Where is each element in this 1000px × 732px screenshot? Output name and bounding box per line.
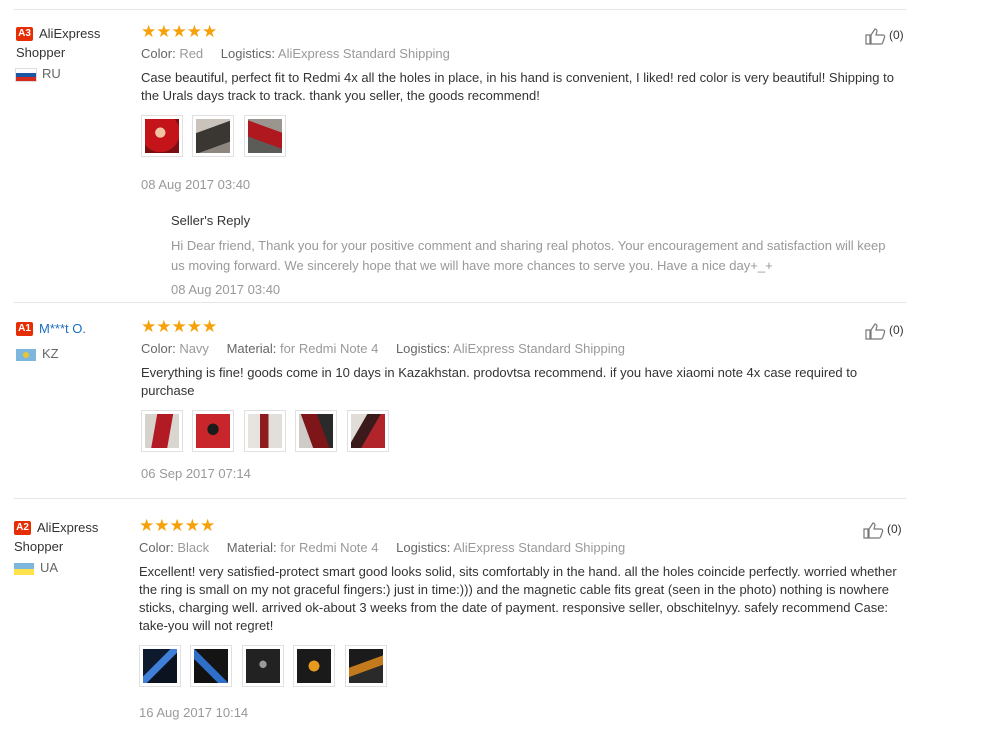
reviewer-country: UA (14, 560, 124, 576)
reviewer-info: A2 AliExpress Shopper UA (14, 518, 124, 576)
review-text: Everything is fine! goods come in 10 day… (141, 365, 858, 398)
helpful-count: (0) (889, 323, 904, 337)
review-text: Case beautiful, perfect fit to Redmi 4x … (141, 70, 894, 103)
buyer-level-badge: A1 (16, 321, 33, 336)
ukraine-flag-icon (14, 562, 34, 575)
review-photo-thumbnail[interactable] (293, 645, 336, 687)
review-photo-thumbnail[interactable] (243, 410, 286, 452)
thumbs-up-icon (863, 522, 884, 539)
russia-flag-icon (15, 67, 37, 82)
review-date: 06 Sep 2017 07:14 (141, 466, 251, 481)
country-code: UA (40, 560, 59, 575)
review-photo-thumbnail[interactable] (139, 645, 181, 687)
thumbs-up-icon (865, 28, 886, 45)
review-photo-thumbnail[interactable] (346, 410, 389, 452)
review-text: Excellent! very satisfied-protect smart … (139, 564, 897, 633)
review-date: 16 Aug 2017 10:14 (139, 705, 249, 720)
helpful-count: (0) (887, 522, 902, 536)
review-content: ★★★★★ Color: Navy Material: for Redmi No… (141, 317, 901, 482)
reviewer-info: A3 AliExpress Shopper RU (15, 24, 126, 82)
helpful-button[interactable]: (0) (863, 520, 902, 539)
star-rating: ★★★★★ (141, 22, 218, 41)
buyer-level-badge: A2 (14, 520, 31, 535)
star-rating: ★★★★★ (139, 516, 216, 535)
review-photo-thumbnail[interactable] (190, 645, 233, 687)
review-content: ★★★★★ Color: Black Material: for Redmi N… (139, 516, 899, 721)
review-divider (14, 302, 906, 303)
star-rating: ★★★★★ (141, 317, 218, 336)
seller-reply-title: Seller's Reply (171, 213, 251, 228)
attribute-key: Logistics: (395, 341, 451, 356)
attribute-value: AliExpress Standard Shipping (453, 540, 626, 555)
review-divider (14, 9, 906, 10)
attribute-key: Color: (139, 540, 174, 555)
attribute-value: Red (179, 46, 204, 61)
attribute-key: Material: (226, 341, 277, 356)
thumbs-up-icon (865, 323, 886, 340)
order-attributes: Color: Red Logistics: AliExpress Standar… (141, 45, 901, 63)
country-code: KZ (42, 346, 59, 361)
helpful-count: (0) (889, 28, 904, 42)
helpful-button[interactable]: (0) (865, 26, 904, 45)
review-content: ★★★★★ Color: Red Logistics: AliExpress S… (141, 22, 901, 297)
review-photo-thumbnail[interactable] (141, 410, 183, 452)
attribute-key: Logistics: (220, 46, 275, 61)
review-photo-thumbnail[interactable] (141, 115, 183, 157)
review-photo-thumbnail[interactable] (241, 645, 284, 687)
review-photos (139, 645, 899, 687)
buyer-level-badge: A3 (16, 26, 33, 41)
order-attributes: Color: Black Material: for Redmi Note 4 … (139, 539, 899, 557)
attribute-value: AliExpress Standard Shipping (277, 46, 450, 61)
helpful-button[interactable]: (0) (865, 321, 904, 340)
attribute-value: for Redmi Note 4 (280, 341, 379, 356)
reviewer-name-link[interactable]: M***t O. (39, 321, 86, 336)
review-photos (141, 410, 901, 452)
order-attributes: Color: Navy Material: for Redmi Note 4 L… (141, 340, 901, 358)
country-code: RU (42, 66, 61, 81)
review-photo-thumbnail[interactable] (243, 115, 286, 157)
seller-reply: Seller's Reply Hi Dear friend, Thank you… (171, 213, 901, 297)
attribute-value: Black (177, 540, 210, 555)
review-photo-thumbnail[interactable] (344, 645, 387, 687)
review-photo-thumbnail[interactable] (192, 410, 235, 452)
attribute-key: Material: (226, 540, 277, 555)
attribute-value: for Redmi Note 4 (280, 540, 379, 555)
attribute-key: Color: (141, 341, 176, 356)
attribute-key: Color: (141, 46, 176, 61)
review-photos (141, 115, 901, 157)
seller-reply-date: 08 Aug 2017 03:40 (171, 282, 281, 297)
reviewer-country: KZ (16, 346, 126, 362)
seller-reply-text: Hi Dear friend, Thank you for your posit… (171, 238, 886, 273)
review-photo-thumbnail[interactable] (192, 115, 235, 157)
attribute-value: AliExpress Standard Shipping (453, 341, 626, 356)
reviewer-country: RU (15, 66, 126, 82)
attribute-key: Logistics: (396, 540, 451, 555)
review-divider (14, 498, 906, 499)
kazakhstan-flag-icon (16, 348, 36, 361)
attribute-value: Navy (179, 341, 209, 356)
reviewer-info: A1 M***t O. KZ (16, 319, 126, 362)
review-date: 08 Aug 2017 03:40 (141, 177, 251, 192)
review-photo-thumbnail[interactable] (295, 410, 338, 452)
